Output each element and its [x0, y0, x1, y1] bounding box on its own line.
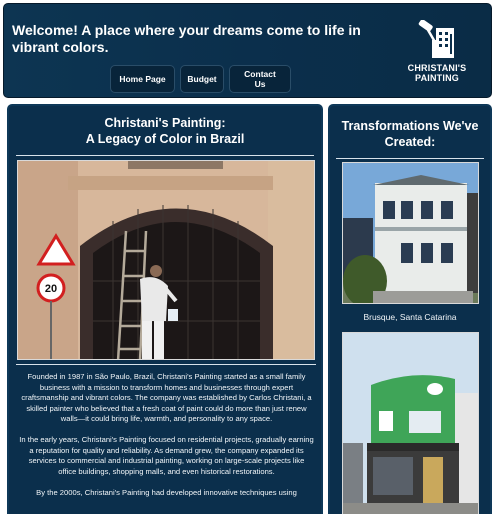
site-header: Welcome! A place where your dreams come …	[3, 3, 492, 98]
history-paragraph: In the early years, Christani's Painting…	[19, 435, 314, 476]
logo-text: CHRISTANI'S PAINTING	[407, 63, 467, 83]
history-text: Founded in 1987 in São Paulo, Brazil, Ch…	[19, 372, 314, 509]
main-nav: Home Page Budget Contact Us	[110, 65, 291, 93]
nav-contact-button[interactable]: Contact Us	[229, 65, 291, 93]
svg-text:20: 20	[45, 283, 57, 295]
gallery-image-green-building[interactable]	[342, 332, 479, 514]
paint-roller-building-icon	[418, 20, 454, 58]
divider	[336, 158, 484, 159]
history-paragraph: Founded in 1987 in São Paulo, Brazil, Ch…	[21, 372, 312, 423]
gallery-panel: Transformations We've Created: Brusque, …	[328, 104, 492, 514]
about-panel: Christani's Painting: A Legacy of Color …	[7, 104, 323, 514]
nav-home-button[interactable]: Home Page	[110, 65, 175, 93]
divider	[16, 155, 314, 156]
gallery-image-victorian-house[interactable]	[342, 162, 479, 304]
history-paragraph: By the 2000s, Christani's Painting had d…	[36, 487, 297, 497]
painter-photo: 20	[17, 160, 315, 360]
company-logo[interactable]: CHRISTANI'S PAINTING	[402, 20, 472, 84]
nav-budget-button[interactable]: Budget	[180, 65, 224, 93]
gallery-caption: Brusque, Santa Catarina	[363, 312, 457, 322]
welcome-heading: Welcome! A place where your dreams come …	[12, 22, 361, 55]
gallery-title: Transformations We've Created:	[341, 119, 479, 149]
divider	[16, 364, 316, 365]
about-title: Christani's Painting: A Legacy of Color …	[85, 116, 245, 146]
